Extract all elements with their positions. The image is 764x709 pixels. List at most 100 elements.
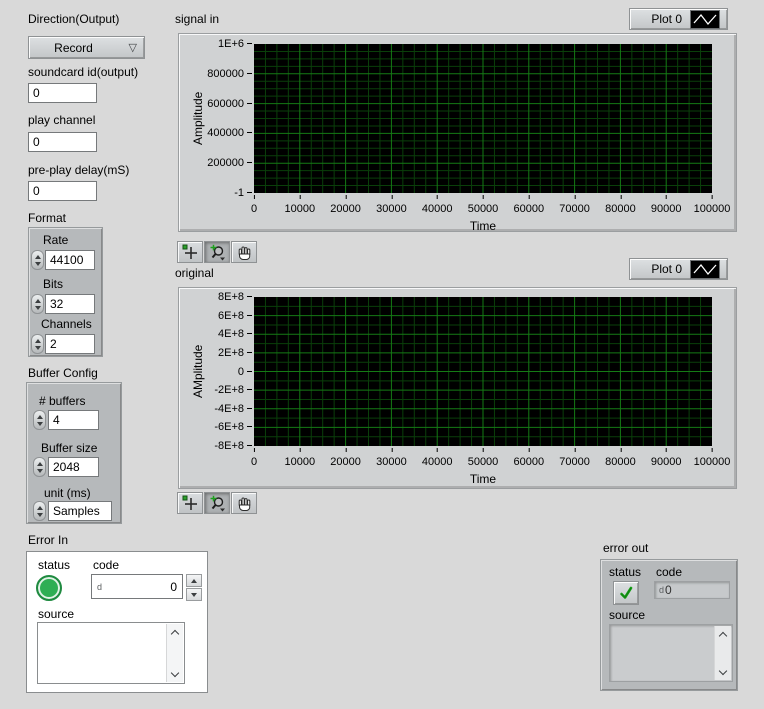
bits-input[interactable] [45,294,95,314]
error-out-code-value: 0 [665,583,672,597]
channels-increment-decrement[interactable] [31,334,44,354]
error-in-cluster: status code d 0 source [26,551,208,693]
plot-legend-label: Plot 0 [651,12,682,26]
rate-increment-decrement[interactable] [31,250,44,270]
original-graph: AMplitude 8E+86E+84E+82E+80-2E+8-4E+8-6E… [178,287,737,489]
status-led-icon[interactable] [36,575,62,601]
play-channel-input[interactable] [28,132,97,152]
pan-tool-button[interactable] [231,492,257,514]
legend-line-icon [690,10,720,29]
legend-line-icon [690,260,720,279]
y-tick-label: -8E+8 [214,440,252,452]
scroll-down-icon[interactable] [715,665,731,680]
num-buffers-increment-decrement[interactable] [33,410,46,430]
error-out-label: error out [603,541,648,555]
unit-label: unit (ms) [44,486,91,500]
plot-area[interactable] [254,44,712,193]
x-tick-label: 30000 [376,456,407,468]
y-tick-label: 600000 [207,98,252,110]
scroll-up-icon[interactable] [715,626,731,641]
graph-palette [177,492,257,514]
rate-input[interactable] [45,250,95,270]
buffer-size-increment-decrement[interactable] [33,457,46,477]
y-tick-label: 6E+8 [218,310,252,322]
zoom-tool-button[interactable] [204,492,230,514]
status-check-icon [613,581,639,605]
y-tick-label: -4E+8 [214,403,252,415]
y-axis-ticks: 1E+6800000600000400000200000-1 [179,44,252,193]
error-out-code-indicator: d 0 [654,581,730,599]
direction-value: Record [54,41,119,55]
x-axis-ticks: 0100002000030000400005000060000700008000… [254,450,712,464]
scroll-down-icon[interactable] [167,667,183,682]
error-in-code-input[interactable]: d 0 [91,574,183,599]
preplay-delay-input[interactable] [28,181,97,201]
buffer-config-cluster: # buffers Buffer size unit (ms) [26,382,122,524]
y-tick-label: 800000 [207,68,252,80]
error-out-source-label: source [609,608,645,622]
plot-legend-label: Plot 0 [651,262,682,276]
x-axis-ticks: 0100002000030000400005000060000700008000… [254,197,712,211]
scrollbar[interactable] [166,624,183,682]
original-title: original [175,266,214,280]
error-out-status-label: status [609,565,641,579]
x-tick-label: 10000 [285,203,316,215]
y-axis-ticks: 8E+86E+84E+82E+80-2E+8-4E+8-6E+8-8E+8 [179,297,252,446]
channels-input[interactable] [45,334,95,354]
unit-input[interactable] [48,501,112,521]
x-tick-label: 0 [251,456,257,468]
plot-legend[interactable]: Plot 0 [629,8,728,30]
y-tick-label: -6E+8 [214,421,252,433]
x-tick-label: 90000 [651,456,682,468]
error-in-code-value: 0 [170,580,177,594]
hand-icon [236,495,253,512]
bits-increment-decrement[interactable] [31,294,44,314]
signal-in-graph: Amplitude 1E+6800000600000400000200000-1… [178,33,737,232]
unit-increment-decrement[interactable] [33,501,46,521]
y-tick-label: 200000 [207,157,252,169]
format-cluster: Rate Bits Channels [28,227,103,357]
crosshair-icon [182,495,199,512]
radix-indicator: d [659,585,664,595]
plot-area[interactable] [254,297,712,446]
x-tick-label: 100000 [694,203,731,215]
x-tick-label: 20000 [330,456,361,468]
error-in-code-label: code [93,558,119,572]
direction-dropdown[interactable]: Record ▽ [28,36,145,59]
x-tick-label: 40000 [422,203,453,215]
play-channel-label: play channel [28,113,95,127]
format-cluster-label: Format [28,211,66,225]
error-out-cluster: status code d 0 source [600,559,738,691]
x-tick-label: 100000 [694,456,731,468]
up-arrow-icon [191,579,197,583]
cursor-tool-button[interactable] [177,492,203,514]
graph-palette [177,241,257,263]
x-tick-label: 50000 [468,456,499,468]
code-increment-button[interactable] [186,574,202,587]
code-decrement-button[interactable] [186,588,202,601]
scroll-up-icon[interactable] [167,624,183,639]
magnifier-icon [209,244,226,261]
channels-label: Channels [41,317,92,331]
bits-label: Bits [43,277,63,291]
y-tick-label: -2E+8 [214,384,252,396]
scrollbar[interactable] [714,626,731,680]
plot-legend[interactable]: Plot 0 [629,258,728,280]
x-tick-label: 80000 [605,203,636,215]
x-tick-label: 90000 [651,203,682,215]
zoom-tool-button[interactable] [204,241,230,263]
x-tick-label: 70000 [559,203,590,215]
pan-tool-button[interactable] [231,241,257,263]
x-tick-label: 50000 [468,203,499,215]
num-buffers-label: # buffers [39,394,85,408]
y-tick-label: 400000 [207,127,252,139]
error-in-source-label: source [38,607,74,621]
soundcard-id-input[interactable] [28,83,97,103]
buffer-size-input[interactable] [48,457,99,477]
num-buffers-input[interactable] [48,410,99,430]
error-in-status-label: status [38,558,70,572]
down-arrow-icon [191,593,197,597]
y-tick-label: 1E+6 [218,38,252,50]
error-in-source-input[interactable] [37,622,185,684]
cursor-tool-button[interactable] [177,241,203,263]
